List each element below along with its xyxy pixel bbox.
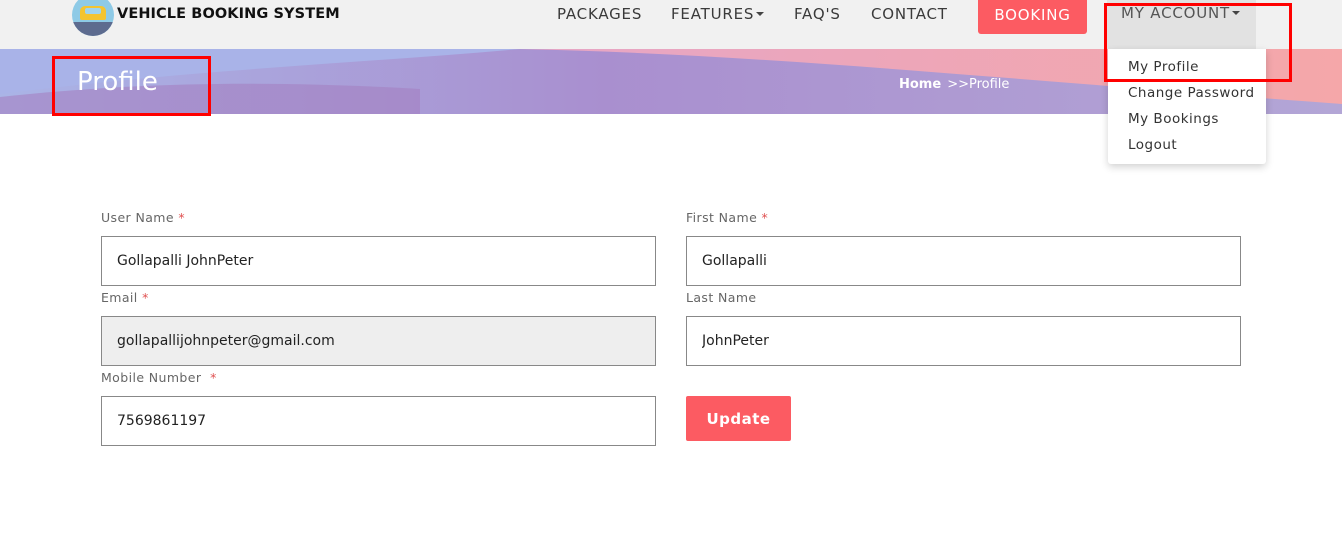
- nav-contact[interactable]: CONTACT: [871, 5, 948, 23]
- menu-item-logout[interactable]: Logout: [1128, 137, 1177, 153]
- annotation-box-my-account: [1104, 3, 1292, 82]
- menu-item-change-password[interactable]: Change Password: [1128, 85, 1255, 101]
- required-marker: *: [142, 290, 149, 305]
- lastname-field[interactable]: [686, 316, 1241, 366]
- required-marker: *: [761, 210, 769, 225]
- caret-down-icon: [756, 11, 765, 16]
- update-button[interactable]: Update: [686, 396, 791, 441]
- nav-features-label: FEATURES: [671, 5, 755, 23]
- firstname-field[interactable]: [686, 236, 1241, 286]
- mobile-label: Mobile Number *: [101, 370, 217, 385]
- breadcrumb-current: >>Profile: [947, 77, 1010, 92]
- username-field[interactable]: [101, 236, 656, 286]
- breadcrumb: Home >>Profile: [899, 77, 1009, 92]
- nav-faqs[interactable]: FAQ'S: [794, 5, 841, 23]
- menu-item-my-bookings[interactable]: My Bookings: [1128, 111, 1219, 127]
- firstname-label-text: First Name: [686, 210, 758, 225]
- mobile-field[interactable]: [101, 396, 656, 446]
- annotation-box-profile-title: [52, 56, 211, 116]
- brand-name[interactable]: VEHICLE BOOKING SYSTEM: [117, 6, 340, 22]
- breadcrumb-home-link[interactable]: Home: [899, 77, 941, 92]
- email-label: Email *: [101, 290, 149, 305]
- email-field[interactable]: [101, 316, 656, 366]
- nav-packages[interactable]: PACKAGES: [557, 5, 642, 23]
- nav-booking-button[interactable]: BOOKING: [978, 0, 1087, 34]
- mobile-label-text: Mobile Number: [101, 370, 202, 385]
- username-label: User Name *: [101, 210, 185, 225]
- taxi-car-icon[interactable]: [72, 0, 114, 36]
- email-label-text: Email: [101, 290, 138, 305]
- nav-features[interactable]: FEATURES: [671, 5, 765, 23]
- required-marker: *: [178, 210, 185, 225]
- firstname-label: First Name *: [686, 210, 768, 225]
- username-label-text: User Name: [101, 210, 174, 225]
- lastname-label: Last Name: [686, 290, 757, 305]
- required-marker: *: [210, 370, 217, 385]
